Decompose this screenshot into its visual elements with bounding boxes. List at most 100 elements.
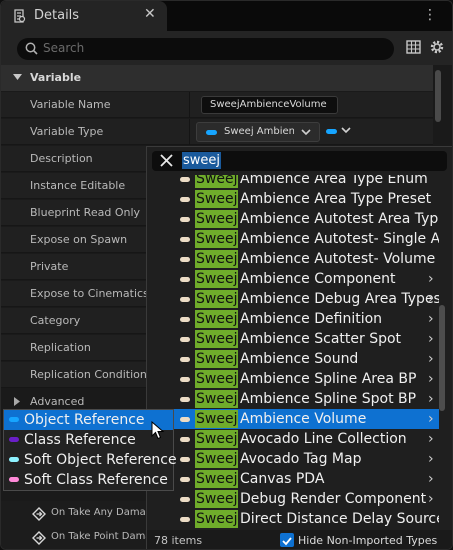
type-picker-footer: 78 items Hide Non-Imported Types [147, 530, 452, 549]
type-search-input[interactable]: sweej [152, 151, 447, 171]
reference-type-menu: Object Reference Class Reference Soft Obje… [3, 409, 177, 491]
type-list-item[interactable]: Sweej Ambience Sound › [147, 349, 439, 369]
variable-type-value: Sweej Ambience Volume [224, 126, 294, 137]
type-list-item[interactable]: SweejAmbience Autotest- Single Area [147, 229, 439, 249]
details-icon [14, 9, 26, 23]
close-icon[interactable]: ✕ [144, 6, 156, 22]
type-search-query: sweej [182, 152, 222, 169]
struct-pin-icon [180, 197, 190, 202]
struct-pin-icon [180, 297, 190, 302]
mouse-cursor-icon [151, 421, 165, 440]
type-list-scrollbar[interactable] [439, 305, 445, 411]
struct-pin-icon [180, 417, 190, 422]
type-list-item[interactable]: Sweej Ambience Debug Area Types › [147, 289, 439, 309]
search-input[interactable]: Search [17, 38, 394, 60]
match-highlight: Sweej [195, 330, 239, 348]
event-row[interactable]: On Take Point Damage [1, 525, 164, 549]
tab-details[interactable]: Details ✕ [1, 1, 167, 31]
match-highlight: Sweej [195, 270, 239, 288]
type-list-item[interactable]: Sweej Ambience Scatter Spot › [147, 329, 439, 349]
type-list-item[interactable]: Sweej Direct Distance Delay Source [147, 509, 439, 529]
gear-icon[interactable] [429, 39, 445, 55]
match-highlight: Sweej [195, 390, 239, 408]
submenu-arrow-icon: › [428, 411, 434, 427]
type-list-item[interactable]: Sweej Debug Render Component › [147, 489, 439, 509]
reference-pin-icon [9, 477, 19, 482]
hide-non-imported-label: Hide Non-Imported Types [298, 534, 438, 547]
struct-pin-icon [180, 337, 190, 342]
submenu-arrow-icon: › [428, 371, 434, 387]
type-picker-popup: sweej Sweej Ambience Area Type Enum Sweej A… [146, 146, 452, 549]
submenu-arrow-icon: › [428, 291, 434, 307]
type-list-item[interactable]: Sweej Ambience Autotest Area Type [147, 209, 439, 229]
type-list-item[interactable]: Sweej Ambience Definition › [147, 309, 439, 329]
submenu-arrow-icon: › [428, 451, 434, 467]
struct-pin-icon [180, 377, 190, 382]
property-name: Expose to Cinematics [30, 287, 149, 300]
struct-pin-icon [180, 257, 190, 262]
type-list-item[interactable]: Sweej Ambience Volume › [147, 409, 439, 429]
category-variable[interactable]: Variable [1, 65, 433, 91]
reference-pin-icon [9, 437, 19, 442]
tab-title: Details [34, 8, 80, 23]
type-list-item[interactable]: Sweej Ambience Component › [147, 269, 439, 289]
match-highlight: Sweej [195, 250, 239, 268]
variable-type-dropdown[interactable]: Sweej Ambience Volume [196, 122, 320, 142]
reference-type-label: Class Reference [24, 432, 136, 448]
clear-search-icon[interactable] [160, 154, 173, 167]
reference-type-item[interactable]: Class Reference [4, 430, 173, 450]
type-item-label: Ambience Sound [240, 351, 359, 367]
property-matrix-icon[interactable] [406, 40, 421, 54]
struct-pin-icon [180, 497, 190, 502]
match-highlight: Sweej [195, 490, 239, 508]
reference-type-item[interactable]: Soft Object Reference [4, 450, 177, 470]
type-list-item[interactable]: Sweej Ambience Area Type Enum [147, 175, 439, 189]
reference-type-label: Object Reference [24, 412, 145, 428]
reference-type-item[interactable]: Soft Class Reference [4, 470, 173, 490]
submenu-arrow-icon: › [428, 331, 434, 347]
search-row: Search [1, 31, 452, 65]
type-list-item[interactable]: Sweej Canvas PDA › [147, 469, 439, 489]
search-icon [25, 42, 38, 55]
details-scrollbar-thumb[interactable] [435, 70, 441, 122]
chevron-down-icon[interactable] [341, 127, 351, 134]
type-list-item[interactable]: Sweej Ambience Area Type Preset [147, 189, 439, 209]
variable-name-field[interactable]: SweejAmbienceVolume [201, 96, 338, 114]
struct-pin-icon [180, 177, 190, 182]
search-placeholder: Search [43, 41, 85, 55]
type-item-label: Ambience Debug Area Types [240, 291, 439, 307]
container-type-icon[interactable] [326, 129, 337, 134]
property-name: Variable Type [30, 125, 104, 138]
type-list-item[interactable]: Sweej Avocado Line Collection › [147, 429, 439, 449]
type-item-label: Ambience Component [240, 271, 396, 287]
chevron-down-icon [301, 129, 311, 136]
struct-pin-icon [180, 477, 190, 482]
window-menu-icon[interactable]: ⋮ [423, 7, 438, 23]
type-item-label: Ambience Autotest- Single Area [240, 231, 439, 247]
reference-pin-icon [9, 457, 19, 462]
check-icon [282, 537, 292, 546]
property-name: Blueprint Read Only [30, 206, 141, 219]
type-list-item[interactable]: SweejAmbience Autotest- Volume Inte [147, 249, 439, 269]
hide-non-imported-checkbox[interactable] [280, 533, 294, 547]
event-label: On Take Any Damage [51, 507, 159, 518]
type-list-item[interactable]: Sweej Ambience Spline Spot BP › [147, 389, 439, 409]
submenu-arrow-icon: › [428, 271, 434, 287]
advanced-label: Advanced [30, 395, 85, 408]
type-item-label: Avocado Line Collection [240, 431, 407, 447]
struct-pin-icon [180, 517, 190, 522]
category-label: Variable [30, 71, 82, 84]
event-row[interactable]: On Take Any Damage [1, 501, 158, 527]
type-item-label: Canvas PDA [240, 471, 325, 487]
type-list-item[interactable]: Sweej Avocado Tag Map › [147, 449, 439, 469]
type-item-label: Direct Distance Delay Source [240, 511, 439, 527]
match-highlight: Sweej [195, 290, 239, 308]
type-list-item[interactable]: Sweej Ambience Spline Area BP › [147, 369, 439, 389]
struct-pin-icon [180, 277, 190, 282]
type-item-label: Ambience Area Type Enum [240, 175, 428, 187]
reference-type-item[interactable]: Object Reference [4, 410, 173, 430]
tab-bar: Details ✕ ⋮ [1, 1, 452, 31]
reference-type-label: Soft Class Reference [24, 472, 168, 488]
struct-pin-icon [180, 237, 190, 242]
type-list: Sweej Ambience Area Type Enum Sweej Ambienc… [147, 175, 439, 530]
